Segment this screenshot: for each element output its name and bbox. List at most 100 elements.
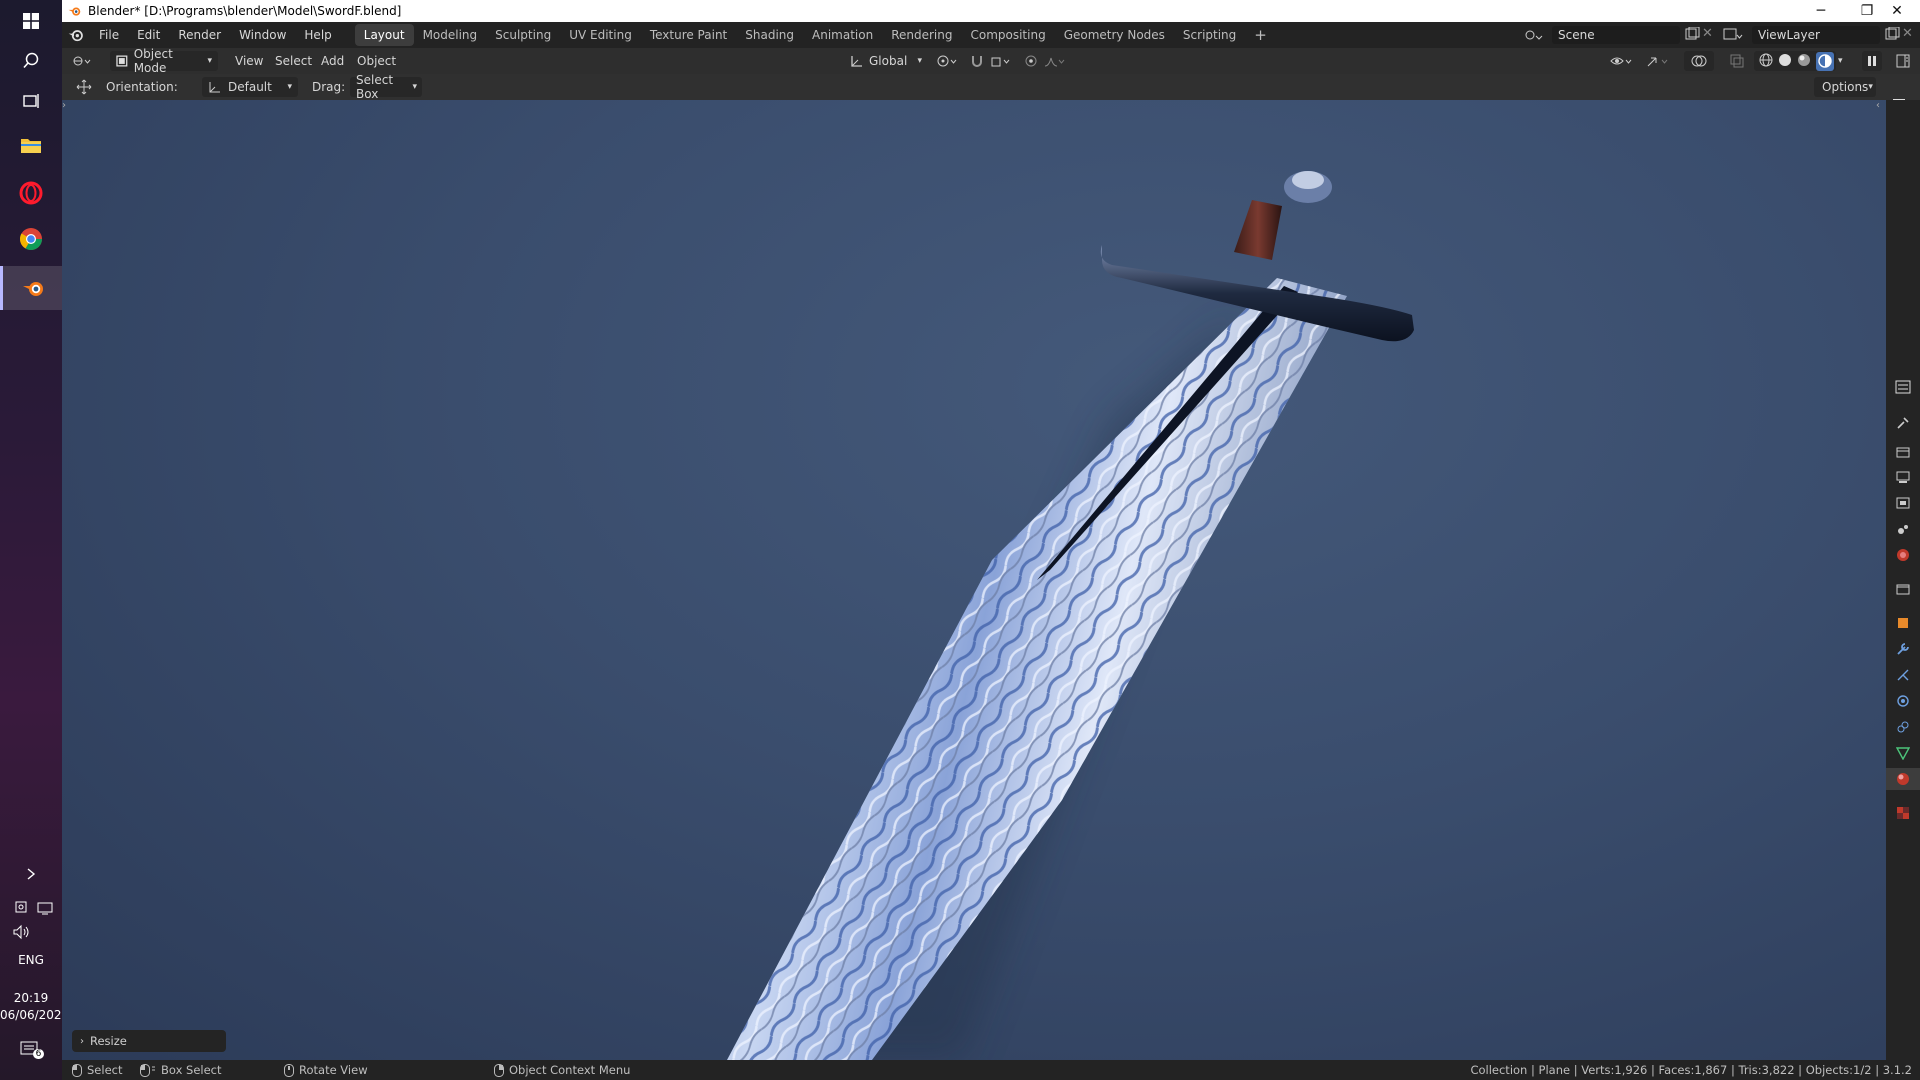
clock-date[interactable]: 06/06/2022 [0,1008,69,1022]
overlays-toggle-icon[interactable] [1684,51,1714,71]
drag-label: Drag: [312,80,346,94]
opera-icon[interactable] [0,172,62,214]
3d-viewport[interactable]: › ‹ [62,100,1886,1060]
collection-properties-icon[interactable] [1886,578,1920,600]
drag-dropdown[interactable]: Select Box ▾ [350,73,422,101]
close-button[interactable]: ✕ [1874,0,1920,22]
orientation-label: Global [869,54,908,68]
search-icon[interactable] [0,40,62,82]
properties-editor-icon[interactable] [1886,376,1920,398]
tab-sculpting[interactable]: Sculpting [486,24,560,46]
view-layer-properties-icon[interactable] [1886,492,1920,514]
tab-modeling[interactable]: Modeling [414,24,487,46]
world-properties-icon[interactable] [1886,544,1920,566]
rendered-shading-icon[interactable] [1816,51,1834,71]
tab-rendering[interactable]: Rendering [882,24,961,46]
device-icon[interactable] [13,900,29,919]
output-properties-icon[interactable] [1886,466,1920,488]
visibility-selectability-icon[interactable] [1610,51,1640,71]
options-dropdown[interactable]: Options ▾ [1814,77,1876,97]
tab-uv-editing[interactable]: UV Editing [560,24,641,46]
data-properties-icon[interactable] [1886,742,1920,764]
render-properties-icon[interactable] [1886,440,1920,462]
pause-render-icon[interactable] [1862,51,1882,71]
orientation-dropdown[interactable]: Default ▾ [202,77,298,97]
tab-texture-paint[interactable]: Texture Paint [641,24,736,46]
properties-tab-strip [1886,100,1920,1060]
editor-type-icon[interactable] [70,51,94,71]
minimize-button[interactable]: ─ [1798,0,1844,22]
scene-properties-icon[interactable] [1886,518,1920,540]
shading-options-chevron-icon[interactable]: ▾ [1838,51,1852,71]
snap-settings-icon[interactable] [990,51,1020,71]
texture-properties-icon[interactable] [1886,802,1920,824]
window-title-bar: Blender* [D:\Programs\blender\Model\Swor… [62,0,1920,22]
menu-window[interactable]: Window [230,28,295,42]
orientation-value: Default [228,80,272,94]
transform-orientation-selector[interactable]: Global ▾ [850,51,922,71]
view-layer-name: ViewLayer [1758,28,1820,42]
sidebar-toggle-icon[interactable] [1896,51,1914,71]
gizmos-toggle-icon[interactable] [1646,51,1676,71]
language-indicator[interactable]: ENG [0,953,62,967]
view-layer-field[interactable]: ViewLayer [1752,26,1880,44]
tab-geometry-nodes[interactable]: Geometry Nodes [1055,24,1174,46]
volume-icon[interactable] [12,924,32,943]
status-context-menu-label: Object Context Menu [509,1063,631,1077]
delete-scene-icon[interactable]: ✕ [1702,26,1713,41]
tab-shading[interactable]: Shading [736,24,803,46]
new-scene-icon[interactable] [1684,26,1700,44]
solid-shading-icon[interactable] [1778,53,1792,70]
tab-scripting[interactable]: Scripting [1174,24,1245,46]
windows-start-icon[interactable] [0,0,62,42]
falloff-icon[interactable] [1044,51,1072,71]
menu-object[interactable]: Object [350,51,403,71]
menu-edit[interactable]: Edit [128,28,169,42]
last-operator-panel[interactable]: › Resize [72,1030,226,1052]
snap-toggle-icon[interactable] [970,51,988,71]
menu-select[interactable]: Select [268,51,319,71]
status-bar: Select Box Select Rotate View Object Con… [62,1060,1920,1080]
file-explorer-icon[interactable] [0,124,62,166]
modifier-properties-icon[interactable] [1886,638,1920,660]
constraints-properties-icon[interactable] [1886,716,1920,738]
tab-layout[interactable]: Layout [354,24,414,46]
mouse-left-icon [72,1063,82,1077]
mode-selector[interactable]: Object Mode ▾ [110,47,218,75]
new-view-layer-icon[interactable] [1884,26,1900,44]
move-tool-icon[interactable] [76,77,96,97]
toolbar-expand-icon[interactable]: › [62,100,66,111]
blender-taskbar-icon[interactable] [0,266,65,310]
particles-properties-icon[interactable] [1886,664,1920,686]
blender-menu-icon[interactable] [62,28,90,42]
physics-properties-icon[interactable] [1886,690,1920,712]
chevron-up-icon[interactable] [0,862,62,886]
tool-settings-header: Orientation: Default ▾ Drag: Select Box … [62,73,1920,101]
notifications-icon[interactable]: 6 [20,1040,44,1063]
object-properties-icon[interactable] [1886,612,1920,634]
menu-file[interactable]: File [90,28,128,42]
tab-compositing[interactable]: Compositing [961,24,1054,46]
menu-add[interactable]: Add [314,51,351,71]
view-layer-browse-icon[interactable] [1722,26,1744,45]
tool-properties-icon[interactable] [1886,412,1920,434]
material-shading-icon[interactable] [1797,53,1811,70]
menu-render[interactable]: Render [169,28,230,42]
sidebar-expand-icon[interactable]: ‹ [1876,100,1880,111]
tab-animation[interactable]: Animation [803,24,882,46]
menu-help[interactable]: Help [295,28,340,42]
delete-view-layer-icon[interactable]: ✕ [1902,26,1913,41]
xray-toggle-icon[interactable] [1730,51,1748,71]
monitor-icon[interactable] [37,900,53,919]
wireframe-shading-icon[interactable] [1759,53,1773,70]
add-workspace-button[interactable]: + [1245,22,1276,48]
material-properties-icon[interactable] [1886,768,1920,790]
chrome-icon[interactable] [0,218,62,260]
scene-name-field[interactable]: Scene [1552,26,1680,44]
clock-time[interactable]: 20:19 [0,991,62,1005]
scene-browse-icon[interactable] [1524,26,1544,45]
pivot-point-icon[interactable] [936,51,966,71]
menu-view[interactable]: View [228,51,270,71]
task-view-icon[interactable] [0,80,62,122]
proportional-edit-icon[interactable] [1024,51,1040,71]
